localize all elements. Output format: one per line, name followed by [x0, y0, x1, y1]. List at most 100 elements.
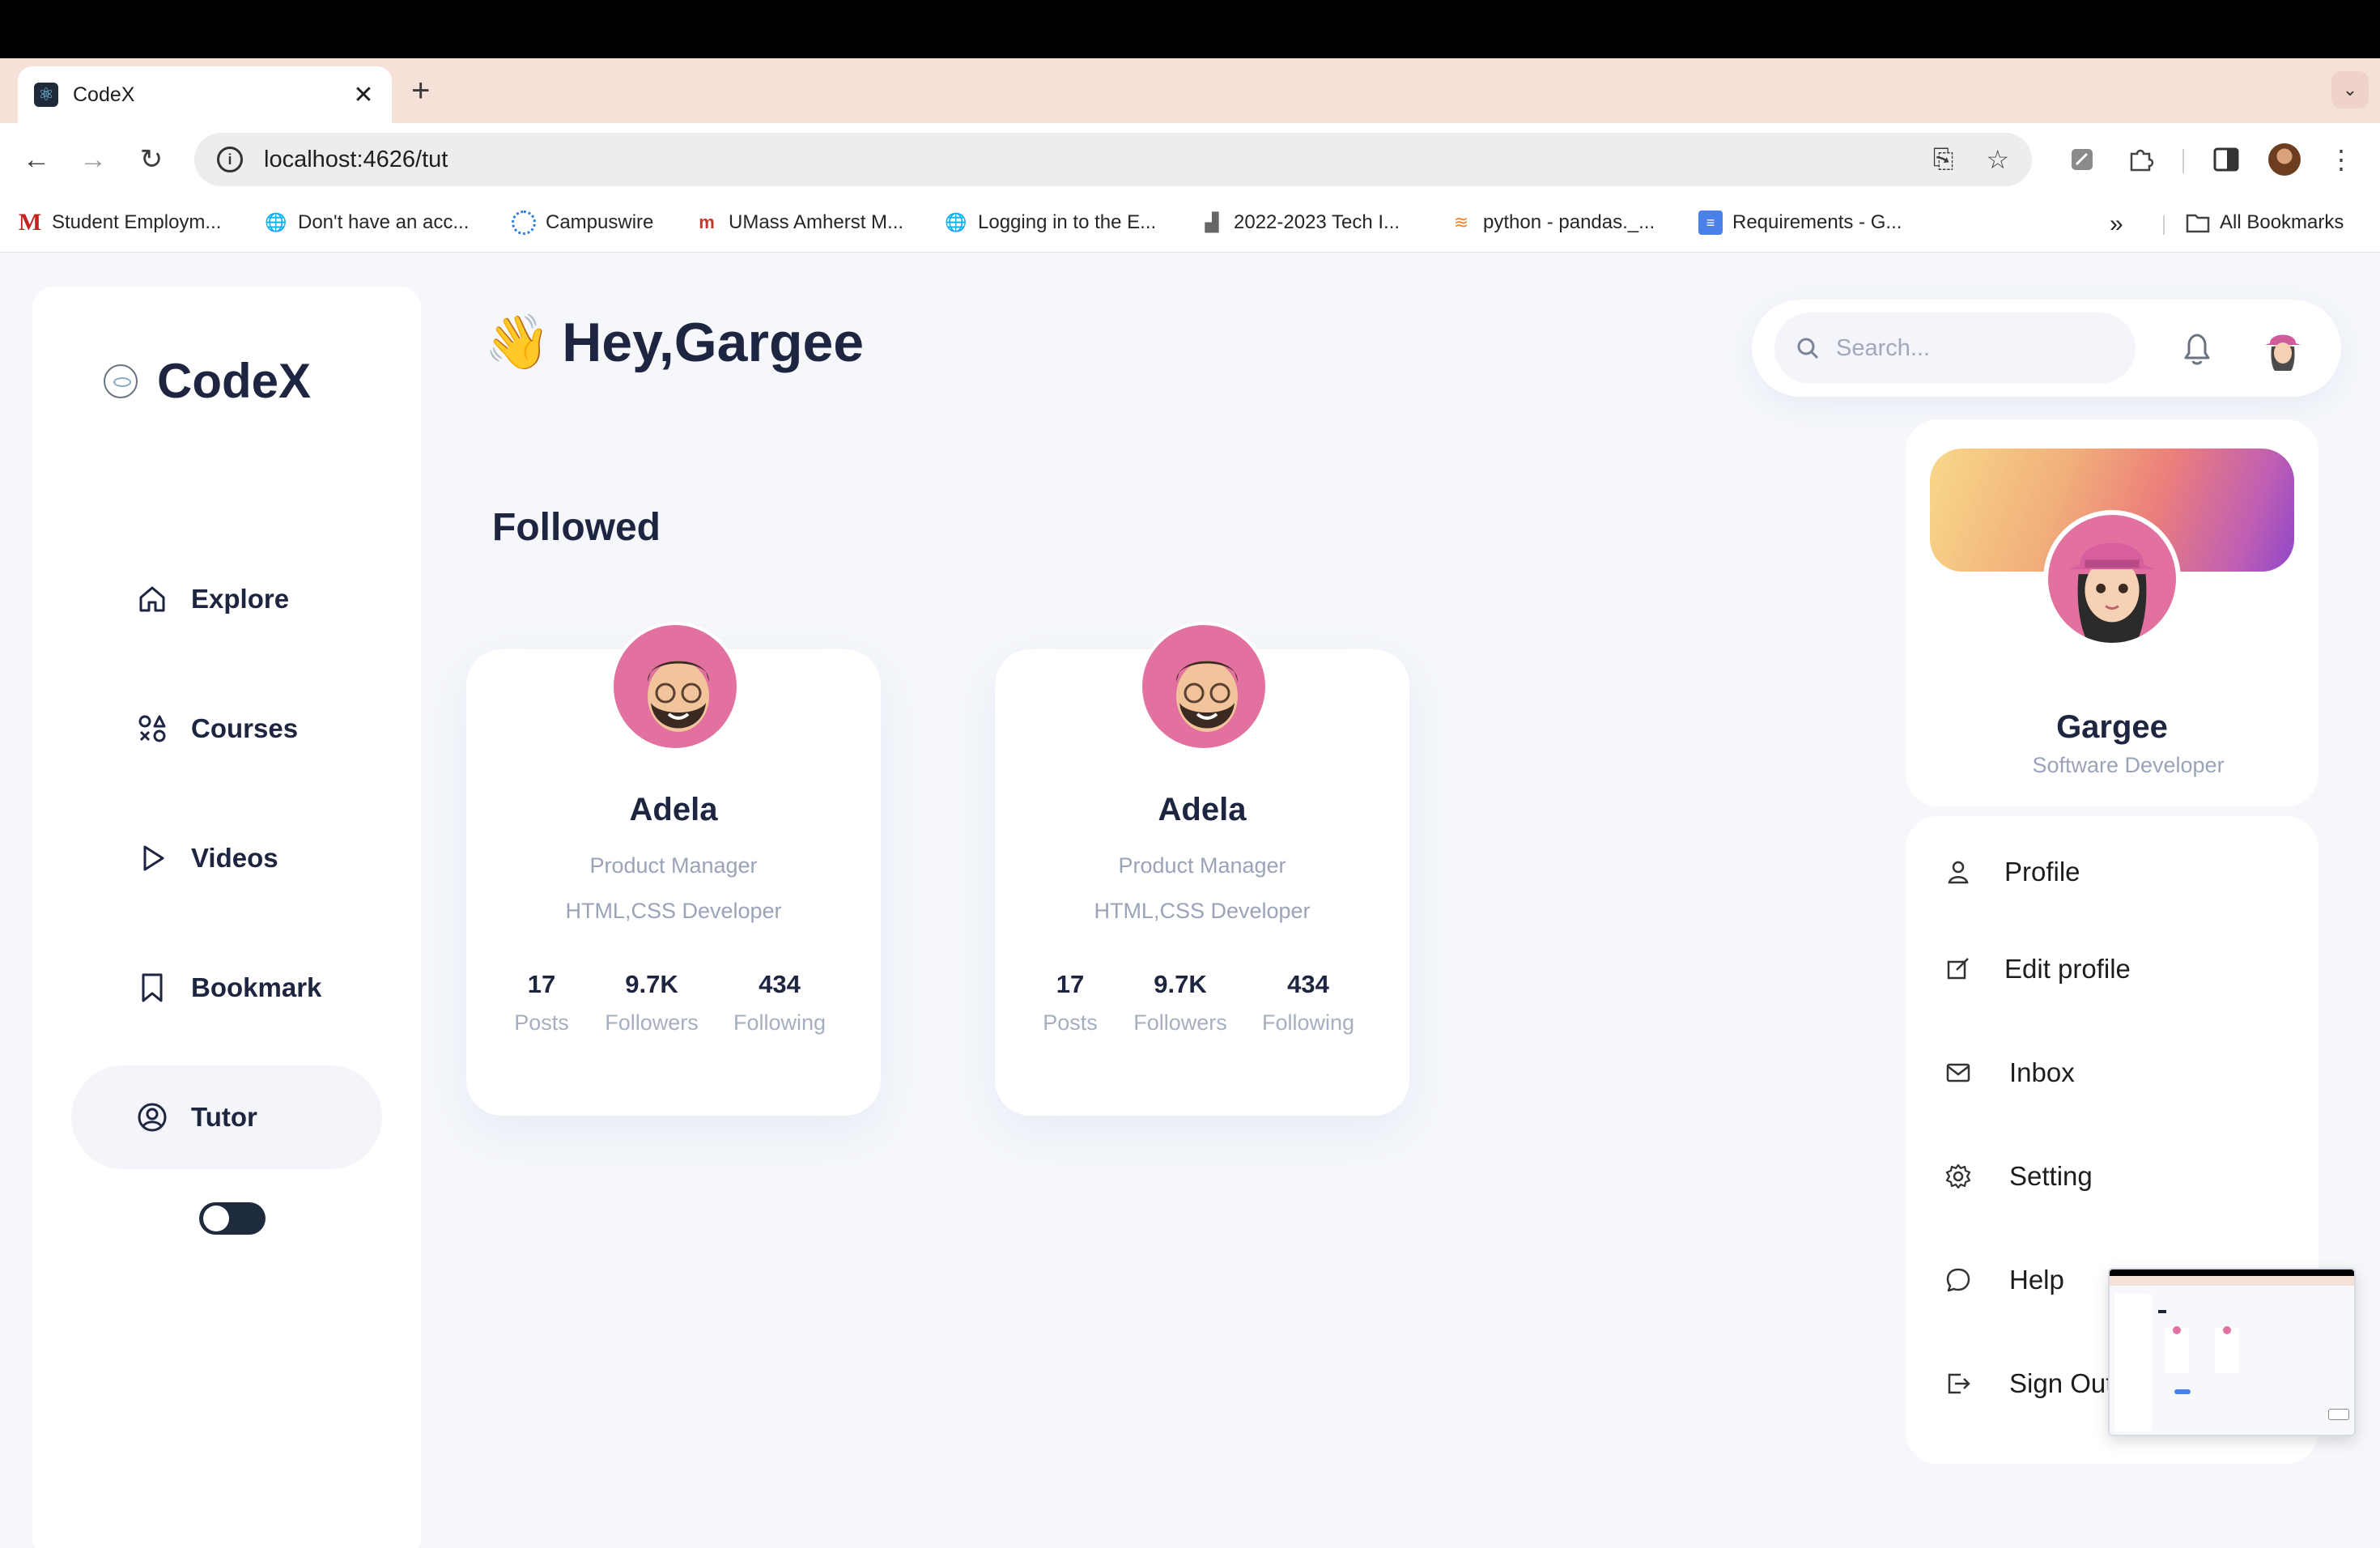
avatar[interactable]	[2043, 510, 2181, 648]
stat-number: 17	[527, 970, 556, 998]
browser-toolbar: ← → ↻ i localhost:4626/tut ⎘ ☆ ⋮	[0, 123, 2380, 196]
theme-toggle[interactable]	[199, 1202, 266, 1235]
more-menu-icon[interactable]: ⋮	[2325, 139, 2357, 180]
profile-name: Gargee	[2056, 709, 2168, 745]
bookmark-item[interactable]: ▟ 2022-2023 Tech I...	[1200, 211, 1400, 235]
bell-icon[interactable]	[2179, 329, 2215, 368]
umass-icon: m	[699, 212, 715, 232]
close-icon[interactable]: ✕	[351, 81, 376, 109]
address-bar[interactable]: i localhost:4626/tut ⎘ ☆	[194, 133, 2032, 186]
app-logo[interactable]: CodeX	[104, 353, 311, 409]
puzzle-icon[interactable]	[2121, 139, 2160, 180]
bookmark-label: Logging in to the E...	[978, 211, 1157, 233]
menu-label: Inbox	[2009, 1057, 2075, 1087]
sidebar-item-bookmark[interactable]: Bookmark	[71, 936, 382, 1040]
user-card[interactable]: Adela Product Manager HTML,CSS Developer…	[995, 622, 1409, 1116]
globe-icon: 🌐	[945, 212, 967, 232]
bookmark-label: python - pandas._...	[1483, 211, 1655, 233]
bookmark-item[interactable]: ≡ Requirements - G...	[1698, 211, 1902, 235]
wave-icon: 👋	[484, 312, 551, 372]
menu-item-edit-profile[interactable]: Edit profile	[1944, 954, 2131, 985]
search-icon	[1797, 338, 1819, 359]
stat-label: Posts	[514, 1010, 569, 1035]
more-bookmarks-icon[interactable]: »	[2110, 211, 2123, 238]
stackoverflow-icon: ≋	[1453, 212, 1469, 232]
stat-number: 9.7K	[625, 970, 678, 998]
stat-label: Following	[1261, 1010, 1355, 1035]
bookmark-item[interactable]: 🌐 Logging in to the E...	[944, 211, 1156, 235]
greeting: 👋 Hey,Gargee	[484, 311, 864, 374]
all-bookmarks-button[interactable]: All Bookmarks	[2186, 211, 2344, 235]
profile-avatar[interactable]	[2265, 139, 2304, 180]
sidebar-item-label: Explore	[191, 584, 290, 614]
campuswire-icon	[512, 211, 536, 235]
stat-label: Following	[733, 1010, 827, 1035]
menu-item-profile[interactable]: Profile	[1944, 857, 2080, 887]
sidebar-item-label: Bookmark	[191, 972, 322, 1002]
search-input[interactable]: Search...	[1774, 313, 2136, 384]
mail-icon	[1946, 1063, 1970, 1082]
bookmarks-bar: M Student Employm... 🌐 Don't have an acc…	[0, 196, 2380, 253]
star-icon[interactable]: ☆	[1986, 144, 2009, 175]
side-panel-icon[interactable]	[2207, 139, 2246, 180]
avatar	[1139, 622, 1269, 751]
bookmark-item[interactable]: M Student Employm...	[18, 209, 222, 236]
stat-followers: 9.7K Followers	[1129, 970, 1231, 1036]
sidebar: CodeX Explore Courses Videos Bookmark Tu…	[32, 287, 421, 1548]
new-tab-icon[interactable]: +	[411, 74, 430, 107]
install-app-icon[interactable]: ⎘	[1933, 144, 1954, 175]
card-skill: HTML,CSS Developer	[1094, 899, 1311, 923]
bookmark-icon	[142, 973, 163, 1002]
bookmark-label: All Bookmarks	[2220, 211, 2344, 233]
sidebar-item-videos[interactable]: Videos	[71, 806, 382, 910]
card-role: Product Manager	[1118, 853, 1286, 878]
reload-icon[interactable]: ↻	[133, 141, 170, 178]
edit-icon	[1947, 958, 1969, 980]
tab-title: CodeX	[73, 83, 135, 106]
bookmark-label: UMass Amherst M...	[729, 211, 904, 233]
forward-icon[interactable]: →	[74, 141, 112, 178]
stat-followers: 9.7K Followers	[601, 970, 703, 1036]
stat-posts: 17 Posts	[1035, 970, 1105, 1036]
globe-icon: 🌐	[265, 212, 287, 232]
user-card[interactable]: Adela Product Manager HTML,CSS Developer…	[466, 622, 881, 1116]
card-name: Adela	[629, 792, 718, 827]
profile-card: Gargee Software Developer	[1906, 419, 2318, 806]
avatar	[610, 622, 740, 751]
menu-item-inbox[interactable]: Inbox	[1944, 1057, 2075, 1088]
screenshot-preview-thumbnail[interactable]	[2108, 1268, 2356, 1436]
avatar	[2268, 143, 2301, 176]
sidebar-item-tutor[interactable]: Tutor	[71, 1065, 382, 1169]
menu-label: Edit profile	[2004, 954, 2131, 984]
sidebar-item-explore[interactable]: Explore	[71, 547, 382, 651]
docs-icon: ≡	[1698, 211, 1723, 235]
bookmark-item[interactable]: Campuswire	[512, 211, 653, 235]
sidebar-item-label: Courses	[191, 713, 299, 743]
browser-tab[interactable]: ⚛ CodeX ✕	[18, 66, 392, 123]
bookmark-item[interactable]: 🌐 Don't have an acc...	[264, 211, 469, 235]
stat-following: 434 Following	[1256, 970, 1361, 1036]
sidebar-item-label: Tutor	[191, 1102, 257, 1132]
app-page: CodeX Explore Courses Videos Bookmark Tu…	[0, 253, 2380, 1548]
menu-label: Profile	[2004, 857, 2080, 887]
folder-icon	[2186, 211, 2210, 235]
bookmark-item[interactable]: m UMass Amherst M...	[695, 211, 903, 235]
bookmark-item[interactable]: ≋ python - pandas._...	[1449, 211, 1655, 235]
bookmark-label: Student Employm...	[52, 211, 222, 233]
menu-item-setting[interactable]: Setting	[1944, 1161, 2093, 1192]
url-text[interactable]: localhost:4626/tut	[264, 147, 1901, 173]
menu-item-help[interactable]: Help	[1944, 1265, 2064, 1295]
stat-label: Posts	[1043, 1010, 1098, 1035]
user-icon	[1948, 861, 1969, 884]
back-icon[interactable]: ←	[18, 141, 55, 178]
chat-icon	[1946, 1268, 1970, 1292]
site-info-icon[interactable]: i	[217, 147, 243, 172]
chevron-down-icon[interactable]: ⌄	[2331, 71, 2369, 108]
extension-icon[interactable]	[2063, 139, 2102, 180]
avatar[interactable]	[2259, 324, 2307, 372]
sidebar-item-courses[interactable]: Courses	[71, 677, 382, 780]
stat-posts: 17 Posts	[507, 970, 576, 1036]
menu-item-sign-out[interactable]: Sign Out	[1944, 1368, 2113, 1399]
bookmark-divider	[2163, 215, 2165, 235]
stat-number: 9.7K	[1154, 970, 1207, 998]
